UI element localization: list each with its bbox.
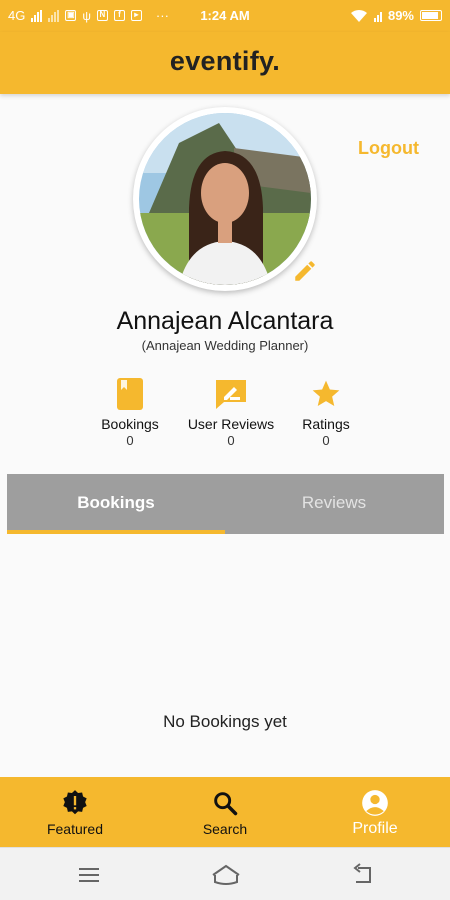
battery-icon (420, 10, 442, 21)
book-icon (117, 378, 143, 410)
menu-icon[interactable] (76, 862, 102, 888)
avatar (139, 113, 311, 285)
profile-icon (362, 790, 388, 816)
nav-label: Featured (46, 821, 104, 837)
stat-count: 0 (126, 433, 134, 448)
featured-badge-icon (63, 790, 87, 815)
nav-search[interactable]: Search (150, 777, 300, 847)
system-nav-bar (0, 847, 450, 900)
stat-ratings: Ratings 0 (296, 378, 356, 448)
stat-count: 0 (322, 433, 330, 448)
home-icon[interactable] (210, 862, 242, 888)
battery-percent: 89% (387, 8, 414, 23)
app-header: eventify. (0, 32, 450, 94)
tab-reviews[interactable]: Reviews (225, 474, 443, 534)
profile-subtitle: (Annajean Wedding Planner) (141, 338, 309, 353)
stat-bookings: Bookings 0 (95, 378, 165, 448)
avatar-frame (133, 107, 317, 291)
status-bar: 4G ▣ ψ N f ▸ ··· 1:24 AM 89% (0, 0, 450, 32)
nav-profile[interactable]: Profile (300, 777, 450, 847)
edit-avatar-icon[interactable] (292, 258, 318, 284)
stat-label: Ratings (302, 416, 350, 432)
profile-name: Annajean Alcantara (116, 307, 334, 335)
stat-label: Bookings (101, 416, 159, 432)
stat-label: User Reviews (187, 416, 275, 432)
avatar-photo (139, 113, 311, 285)
wifi-icon (350, 9, 367, 22)
back-icon[interactable] (350, 862, 376, 888)
star-icon (312, 380, 340, 406)
logout-button[interactable]: Logout (358, 138, 419, 159)
bottom-nav: Featured Search Profile (0, 777, 450, 847)
status-right: 89% (350, 8, 442, 23)
stat-count: 0 (227, 433, 235, 448)
tab-bookings[interactable]: Bookings (7, 474, 225, 534)
signal-bars-icon (373, 10, 382, 22)
review-icon (216, 380, 246, 409)
stat-user-reviews: User Reviews 0 (181, 378, 281, 448)
nav-label: Search (202, 821, 248, 837)
nav-label: Profile (352, 820, 398, 837)
app-title: eventify. (169, 46, 281, 76)
search-icon (214, 792, 238, 816)
nav-featured[interactable]: Featured (0, 777, 150, 847)
tab-bar: Bookings Reviews (7, 474, 444, 534)
empty-state-message: No Bookings yet (163, 712, 287, 731)
tab-indicator (7, 530, 225, 534)
